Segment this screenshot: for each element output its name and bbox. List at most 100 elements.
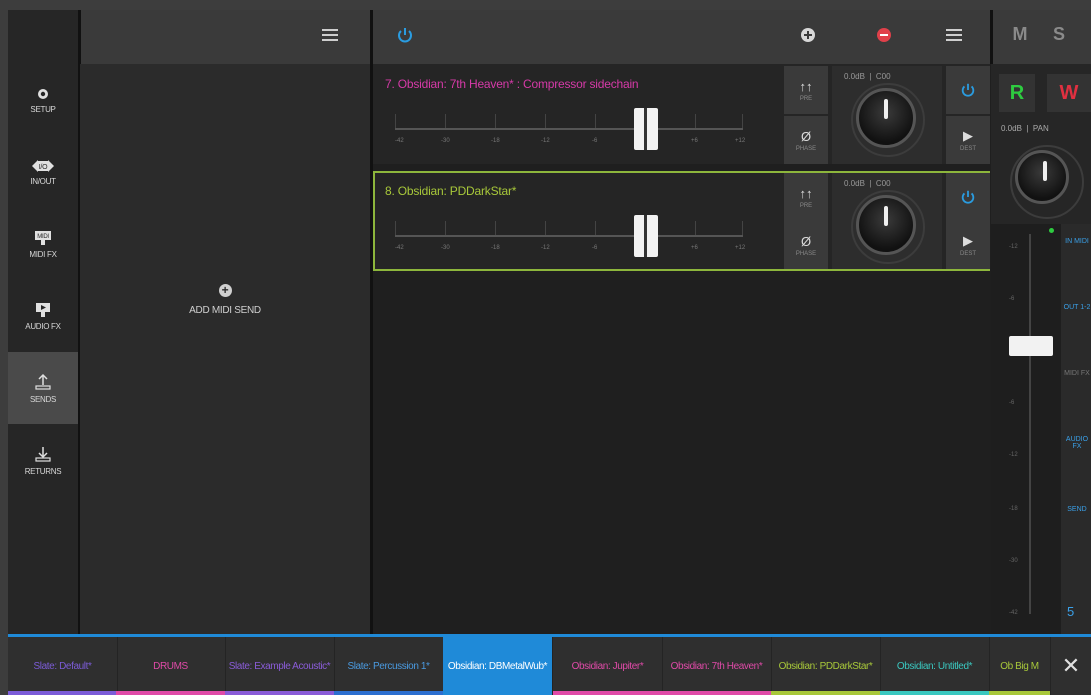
- track-tab[interactable]: Obsidian: PDDarkStar*: [771, 637, 881, 695]
- gain-readout: 0.0dB | C00: [844, 72, 891, 81]
- track-color-bar: [225, 691, 334, 695]
- send-power-button[interactable]: [946, 173, 990, 221]
- send-power-button[interactable]: [946, 66, 990, 114]
- power-icon: [961, 190, 975, 204]
- meter-tick: -18: [1009, 506, 1018, 512]
- io-icon: I/O: [32, 159, 54, 172]
- send-knob-panel: 0.0dB | C00: [832, 66, 942, 164]
- sidebar-item-label: SETUP: [30, 104, 56, 114]
- write-button[interactable]: W: [1047, 74, 1091, 112]
- phase-icon: Ø: [800, 128, 812, 144]
- strip-readout: 0.0dB | PAN: [1001, 124, 1049, 133]
- close-icon: ✕: [1061, 653, 1081, 678]
- send-title: 8. Obsidian: PDDarkStar*: [385, 184, 517, 198]
- volume-fader-handle[interactable]: [1009, 336, 1053, 356]
- sends-panel: 7. Obsidian: 7th Heaven* : Compressor si…: [373, 64, 991, 634]
- tick-label: +6: [691, 138, 698, 144]
- track-tab-label: Obsidian: Jupiter*: [571, 660, 644, 672]
- close-button[interactable]: ✕: [1051, 637, 1091, 695]
- track-tab[interactable]: Slate: Percussion 1*: [334, 637, 444, 695]
- svg-text:MIDI: MIDI: [37, 234, 49, 240]
- track-tab[interactable]: Obsidian: Untitled*: [880, 637, 990, 695]
- side-label-midi-fx[interactable]: MIDI FX: [1063, 370, 1091, 377]
- track-tab[interactable]: Slate: Default*: [8, 637, 118, 695]
- tick-label: +12: [735, 245, 746, 251]
- side-label-send[interactable]: SEND: [1063, 506, 1091, 513]
- tick-label: -6: [592, 245, 598, 251]
- pre-button[interactable]: ↑↑ PRE: [784, 66, 828, 114]
- menu-icon[interactable]: [946, 28, 962, 42]
- track-tab-label: Obsidian: PDDarkStar*: [778, 660, 873, 672]
- tick-label: -12: [541, 138, 550, 144]
- track-tab-active[interactable]: Obsidian: DBMetalWub*: [443, 637, 553, 695]
- track-tab[interactable]: Ob Big M: [989, 637, 1051, 695]
- add-midi-send-button[interactable]: + ADD MIDI SEND: [80, 284, 370, 317]
- pre-button[interactable]: ↑↑ PRE: [784, 173, 828, 221]
- sidebar-item-label: MIDI FX: [29, 249, 57, 259]
- meter-tick: -42: [1009, 610, 1018, 616]
- meter-track: [1029, 234, 1031, 614]
- sidebar-item-midi-fx[interactable]: MIDI MIDI FX: [8, 208, 78, 280]
- gain-value: 0.0dB: [844, 72, 865, 81]
- phase-button[interactable]: Ø PHASE: [784, 221, 828, 269]
- menu-icon[interactable]: [322, 28, 338, 42]
- tick-label: -42: [395, 245, 404, 251]
- meter-tick: -12: [1009, 452, 1018, 458]
- sidebar-item-label: SENDS: [29, 394, 57, 404]
- strip-pan-label: PAN: [1032, 124, 1049, 133]
- power-icon: [961, 83, 975, 97]
- sidebar-item-setup[interactable]: SETUP: [8, 64, 78, 136]
- solo-button[interactable]: S: [1046, 24, 1072, 45]
- sidebar-item-inout[interactable]: I/O IN/OUT: [8, 136, 78, 208]
- meter-area: IN MIDI OUT 1-2 MIDI FX AUDIO FX SEND -1…: [991, 224, 1091, 634]
- send-level-knob[interactable]: [851, 83, 925, 157]
- strip-side-panel: [1061, 224, 1091, 634]
- track-color-bar: [880, 691, 989, 695]
- dest-button[interactable]: ▶ DEST: [946, 221, 990, 269]
- side-label-in[interactable]: IN MIDI: [1063, 238, 1091, 245]
- record-button[interactable]: R: [999, 74, 1035, 112]
- track-tab-label: Slate: Default*: [33, 660, 92, 672]
- dest-button[interactable]: ▶ DEST: [946, 116, 990, 164]
- gain-value: 0.0dB: [844, 179, 865, 188]
- side-label-audio-fx[interactable]: AUDIO FX: [1063, 436, 1091, 450]
- pan-knob[interactable]: [1010, 145, 1084, 219]
- track-tab[interactable]: DRUMS: [116, 637, 226, 695]
- tick-label: +6: [691, 245, 698, 251]
- audio-fx-icon: [36, 302, 50, 317]
- pre-label: PRE: [799, 95, 813, 102]
- track-tab[interactable]: Obsidian: 7th Heaven*: [662, 637, 772, 695]
- side-label-out[interactable]: OUT 1-2: [1063, 304, 1091, 311]
- signal-led: [1049, 228, 1054, 233]
- track-color-bar: [989, 691, 1050, 695]
- pre-icon: ↑↑: [799, 78, 813, 94]
- meter-tick: -12: [1009, 244, 1018, 250]
- pan-value: C00: [875, 179, 891, 188]
- pan-value: C00: [875, 72, 891, 81]
- track-tab[interactable]: Obsidian: Jupiter*: [553, 637, 663, 695]
- send-level-knob[interactable]: [851, 190, 925, 264]
- meter-tick: -6: [1009, 296, 1015, 302]
- track-tab-label: Slate: Example Acoustic*: [228, 660, 331, 672]
- send-fader-handle[interactable]: [634, 108, 658, 150]
- send-fader-handle[interactable]: [634, 215, 658, 257]
- track-tab[interactable]: Slate: Example Acoustic*: [225, 637, 335, 695]
- phase-button[interactable]: Ø PHASE: [784, 116, 828, 164]
- strip-gain-value: 0.0dB: [1001, 124, 1022, 133]
- plus-icon: +: [218, 284, 232, 297]
- sidebar-item-audio-fx[interactable]: AUDIO FX: [8, 280, 78, 352]
- track-tab-label: Ob Big M: [1000, 660, 1039, 672]
- send-row: 8. Obsidian: PDDarkStar* -42 -30 -18 -12…: [373, 171, 990, 271]
- remove-send-icon[interactable]: [876, 27, 892, 43]
- sidebar: SETUP I/O IN/OUT MIDI MIDI FX AUDIO FX S…: [8, 10, 78, 634]
- sidebar-item-sends[interactable]: SENDS: [8, 352, 78, 424]
- mute-button[interactable]: M: [1007, 24, 1033, 45]
- power-icon[interactable]: [396, 26, 414, 44]
- sidebar-item-returns[interactable]: RETURNS: [8, 424, 78, 496]
- meter-tick: -30: [1009, 558, 1018, 564]
- add-midi-send-label: ADD MIDI SEND: [189, 305, 261, 316]
- meter-tick: -6: [1009, 400, 1015, 406]
- track-selector-bar: Slate: Default* DRUMS Slate: Example Aco…: [8, 634, 1091, 695]
- fader-scale: -42 -30 -18 -12 -6 0 +6 +12: [395, 108, 745, 148]
- add-send-icon[interactable]: [800, 27, 816, 43]
